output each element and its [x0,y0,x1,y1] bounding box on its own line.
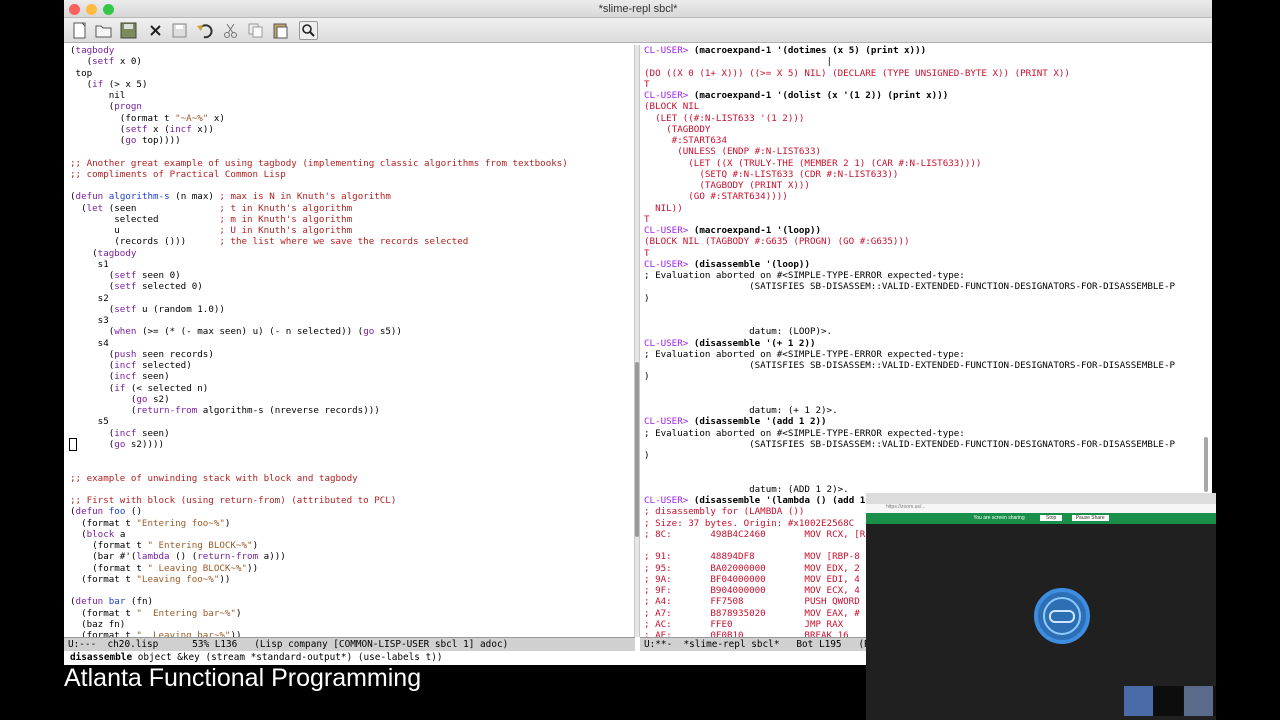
browser-url-bar[interactable]: https://zoom.us/... [866,504,1216,513]
browser-tab-strip [866,493,1216,504]
undo-icon[interactable] [195,21,214,40]
open-folder-icon[interactable] [94,21,113,40]
participant-thumbnail[interactable] [1184,686,1213,716]
right-scrollbar-thumb[interactable] [1204,437,1208,492]
save-icon[interactable] [170,21,189,40]
participant-thumbnail[interactable] [1124,686,1153,716]
save-disk-icon[interactable] [119,21,138,40]
title-bar: *slime-repl sbcl* [64,0,1212,18]
toolbar [64,18,1212,43]
copy-icon[interactable] [246,21,265,40]
left-mode-line: U:--- ch20.lisp 53% L136 (Lisp company [… [64,637,635,651]
window-title: *slime-repl sbcl* [598,3,678,15]
left-scrollbar-thumb[interactable] [635,362,639,537]
search-icon[interactable] [299,21,318,40]
participant-thumbnail[interactable] [1154,686,1183,716]
pause-share-button[interactable]: Pause Share [1071,515,1109,521]
paste-icon[interactable] [271,21,290,40]
source-buffer-ch20-lisp[interactable]: (tagbody (setf x 0) top (if (> x 5) nil … [64,45,632,637]
close-icon[interactable] [146,21,165,40]
new-file-icon[interactable] [70,21,89,40]
window-divider[interactable] [634,45,640,637]
echo-fn: disassemble [70,652,133,663]
screen-share-banner: You are screen sharing Stop Pause Share [866,513,1216,524]
cut-icon[interactable] [221,21,240,40]
echo-arglist: object &key (stream *standard-output*) (… [132,652,443,663]
video-caption: Atlanta Functional Programming [64,664,422,692]
participant-thumbnails [1124,686,1216,716]
stop-share-button[interactable]: Stop [1040,515,1063,521]
participant-avatar-icon [1034,588,1090,644]
lisp-source-code[interactable]: (tagbody (setf x 0) top (if (> x 5) nil … [69,45,632,637]
